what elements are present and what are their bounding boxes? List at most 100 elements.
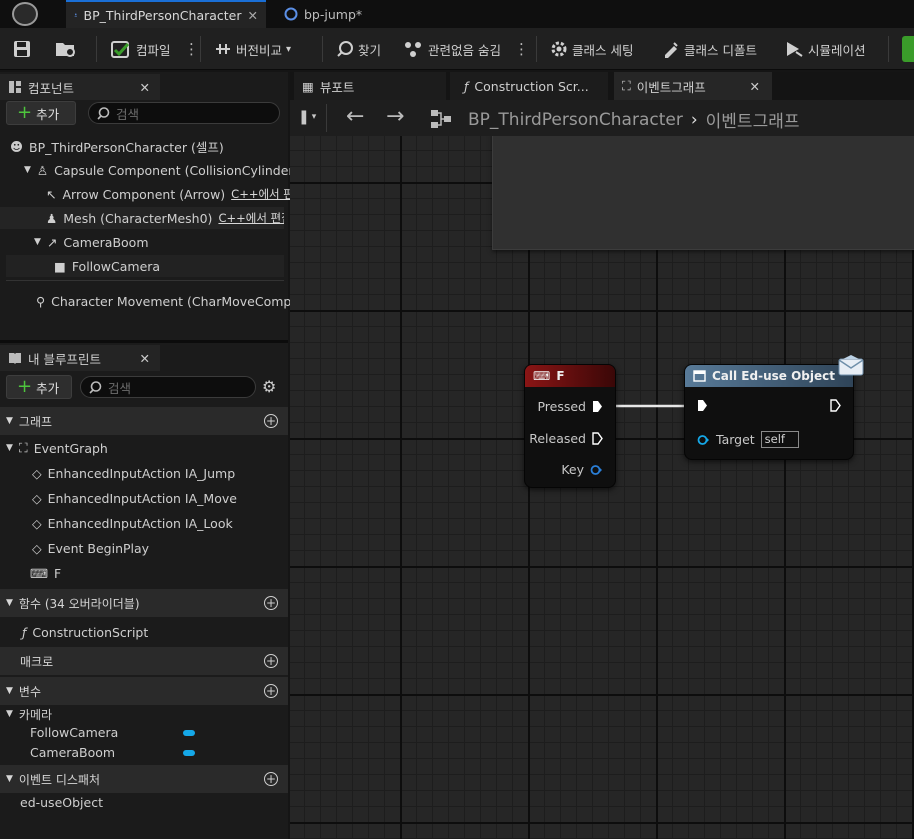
event-item-move[interactable]: ◇ EnhancedInputAction IA_Move (32, 487, 237, 509)
search-placeholder: 검색 (108, 380, 132, 396)
category-label: 변수 (18, 684, 42, 699)
my-blueprint-tab[interactable]: 내 블루프린트 ✕ (0, 345, 160, 371)
save-button[interactable] (12, 36, 32, 62)
tree-item-root[interactable]: ☻ BP_ThirdPersonCharacter (셀프) (10, 135, 224, 157)
tree-item-capsule[interactable]: ▼ ♙ Capsule Component (CollisionCylinder… (24, 159, 298, 181)
play-button[interactable] (902, 36, 914, 62)
compile-check-icon (111, 41, 130, 58)
event-item-beginplay[interactable]: ◇ Event BeginPlay (32, 537, 149, 559)
forward-arrow-icon[interactable]: → (386, 104, 404, 129)
unreal-logo-icon[interactable] (12, 2, 38, 26)
dispatcher-label: ed-useObject (20, 794, 103, 810)
key-pin[interactable]: Key (561, 462, 603, 477)
message-envelope-icon (838, 355, 864, 376)
breadcrumb-separator-icon: › (690, 109, 698, 130)
tab-viewport[interactable]: ▦ 뷰포트 (294, 72, 446, 100)
add-blueprint-item-button[interactable]: + 추가 (6, 375, 72, 399)
event-item-f-key[interactable]: ⌨ F (30, 562, 61, 584)
compile-button[interactable]: 컴파일 (110, 36, 171, 62)
category-label: 매크로 (20, 654, 54, 669)
add-variable-icon[interactable]: + (264, 684, 278, 698)
find-label: 찾기 (358, 42, 382, 58)
close-icon[interactable]: ✕ (750, 79, 760, 94)
variable-item-cameraboom[interactable]: CameraBoom (30, 741, 115, 763)
tree-item-followcamera[interactable]: ■ FollowCamera (6, 255, 284, 277)
tab-event-graph[interactable]: ⛶ 이벤트그래프 ✕ (614, 72, 772, 100)
event-diamond-icon: ◇ (32, 540, 42, 556)
macros-category[interactable]: 매크로 + (0, 647, 288, 675)
find-button[interactable]: 찾기 (336, 36, 381, 62)
browse-button[interactable] (54, 36, 78, 62)
object-pin-icon (697, 434, 709, 445)
exec-out-pin-icon[interactable] (830, 399, 841, 412)
diff-button[interactable]: 버전비교 ▾ (214, 36, 291, 62)
event-graph-canvas[interactable]: ⌨ F Pressed Released Key Call Ed-use Obj… (290, 72, 914, 839)
call-ed-use-object-node[interactable]: Call Ed-use Object Target self (684, 364, 854, 460)
add-dispatcher-icon[interactable]: + (264, 772, 278, 786)
variable-label: FollowCamera (30, 724, 119, 740)
close-icon[interactable]: ✕ (140, 80, 150, 95)
exec-in-pin-icon[interactable] (697, 399, 708, 412)
exec-pin-icon (592, 432, 603, 445)
dispatcher-item[interactable]: ed-useObject (20, 791, 103, 813)
add-function-icon[interactable]: + (264, 596, 278, 610)
dispatchers-category[interactable]: ▼ 이벤트 디스패처 + (0, 765, 288, 793)
hide-unrelated-label: 관련없음 숨김 (428, 42, 501, 58)
compile-options-button[interactable]: ⋮ (184, 36, 199, 62)
cpp-edit-link[interactable]: C++에서 편집 (218, 210, 284, 226)
cpp-edit-link[interactable]: C++에서 편 (231, 186, 291, 202)
add-macro-icon[interactable]: + (264, 654, 278, 668)
close-icon[interactable]: ✕ (248, 8, 258, 23)
breadcrumb-root[interactable]: BP_ThirdPersonCharacter (468, 110, 683, 130)
object-type-pill (183, 750, 195, 756)
tree-item-cameraboom[interactable]: ▼ ↗ CameraBoom (34, 231, 149, 253)
functions-category[interactable]: ▼ 함수 (34 오버라이더블) + (0, 589, 288, 617)
event-item-jump[interactable]: ◇ EnhancedInputAction IA_Jump (32, 462, 235, 484)
close-icon[interactable]: ✕ (140, 351, 150, 366)
tree-item-arrow[interactable]: ↖ Arrow Component (Arrow) C++에서 편 (46, 183, 291, 205)
add-label: 추가 (36, 106, 60, 122)
back-arrow-icon[interactable]: ← (346, 104, 364, 129)
bookmark-button[interactable]: ❚ ▾ (298, 109, 316, 125)
tree-item-movement[interactable]: ⚲ Character Movement (CharMoveComp) (36, 290, 296, 312)
target-label: Target (716, 432, 755, 447)
event-label: EnhancedInputAction IA_Look (47, 515, 233, 531)
simulation-button[interactable]: 시뮬레이션 (784, 36, 866, 62)
target-pin[interactable]: Target self (697, 431, 799, 448)
class-defaults-label: 클래스 디폴트 (684, 42, 757, 58)
variable-item-followcamera[interactable]: FollowCamera (30, 721, 118, 743)
class-settings-button[interactable]: 클래스 세팅 (550, 36, 633, 62)
released-pin[interactable]: Released (529, 431, 603, 446)
collapse-arrow-icon: ▼ (6, 709, 13, 719)
tab-label: 이벤트그래프 (636, 79, 706, 95)
tree-item-mesh[interactable]: ♟ Mesh (CharacterMesh0) C++에서 편집 (0, 207, 284, 229)
settings-gear-icon[interactable]: ⚙ (262, 377, 276, 396)
add-graph-icon[interactable]: + (264, 414, 278, 428)
event-graph-item[interactable]: ▼ ⛶ EventGraph (6, 437, 108, 459)
blueprint-search-input[interactable]: 검색 (80, 376, 256, 398)
find-options-button[interactable]: ⋮ (514, 36, 529, 62)
tab-label: bp-jump* (304, 6, 363, 22)
call-node-title: Call Ed-use Object (712, 369, 835, 383)
target-value-field[interactable]: self (760, 431, 799, 448)
component-search-input[interactable]: 검색 (88, 102, 280, 124)
event-graph-icon: ⛶ (622, 78, 631, 93)
hide-unrelated-button[interactable]: 관련없음 숨김 (404, 36, 501, 62)
add-component-button[interactable]: + 추가 (6, 101, 76, 125)
compile-label: 컴파일 (136, 42, 171, 58)
graph-icon (431, 110, 451, 128)
defaults-icon (665, 42, 678, 58)
graphs-category[interactable]: ▼ 그래프 + (0, 407, 288, 435)
pressed-pin[interactable]: Pressed (537, 399, 603, 414)
function-label: ConstructionScript (32, 624, 149, 640)
key-f-node[interactable]: ⌨ F Pressed Released Key (524, 364, 616, 488)
struct-pin-icon (590, 464, 602, 475)
components-tab[interactable]: 컴포넌트 ✕ (0, 74, 160, 100)
class-defaults-button[interactable]: 클래스 디폴트 (662, 36, 757, 62)
event-item-look[interactable]: ◇ EnhancedInputAction IA_Look (32, 512, 233, 534)
construction-script-item[interactable]: ƒ ConstructionScript (22, 621, 148, 643)
tab-bp-third-person[interactable]: BP_ThirdPersonCharacter ✕ (66, 0, 266, 28)
variables-category[interactable]: ▼ 변수 + (0, 677, 288, 705)
tab-bp-jump[interactable]: bp-jump* (276, 0, 386, 28)
tab-construction-script[interactable]: ƒ Construction Scr... (450, 72, 608, 100)
